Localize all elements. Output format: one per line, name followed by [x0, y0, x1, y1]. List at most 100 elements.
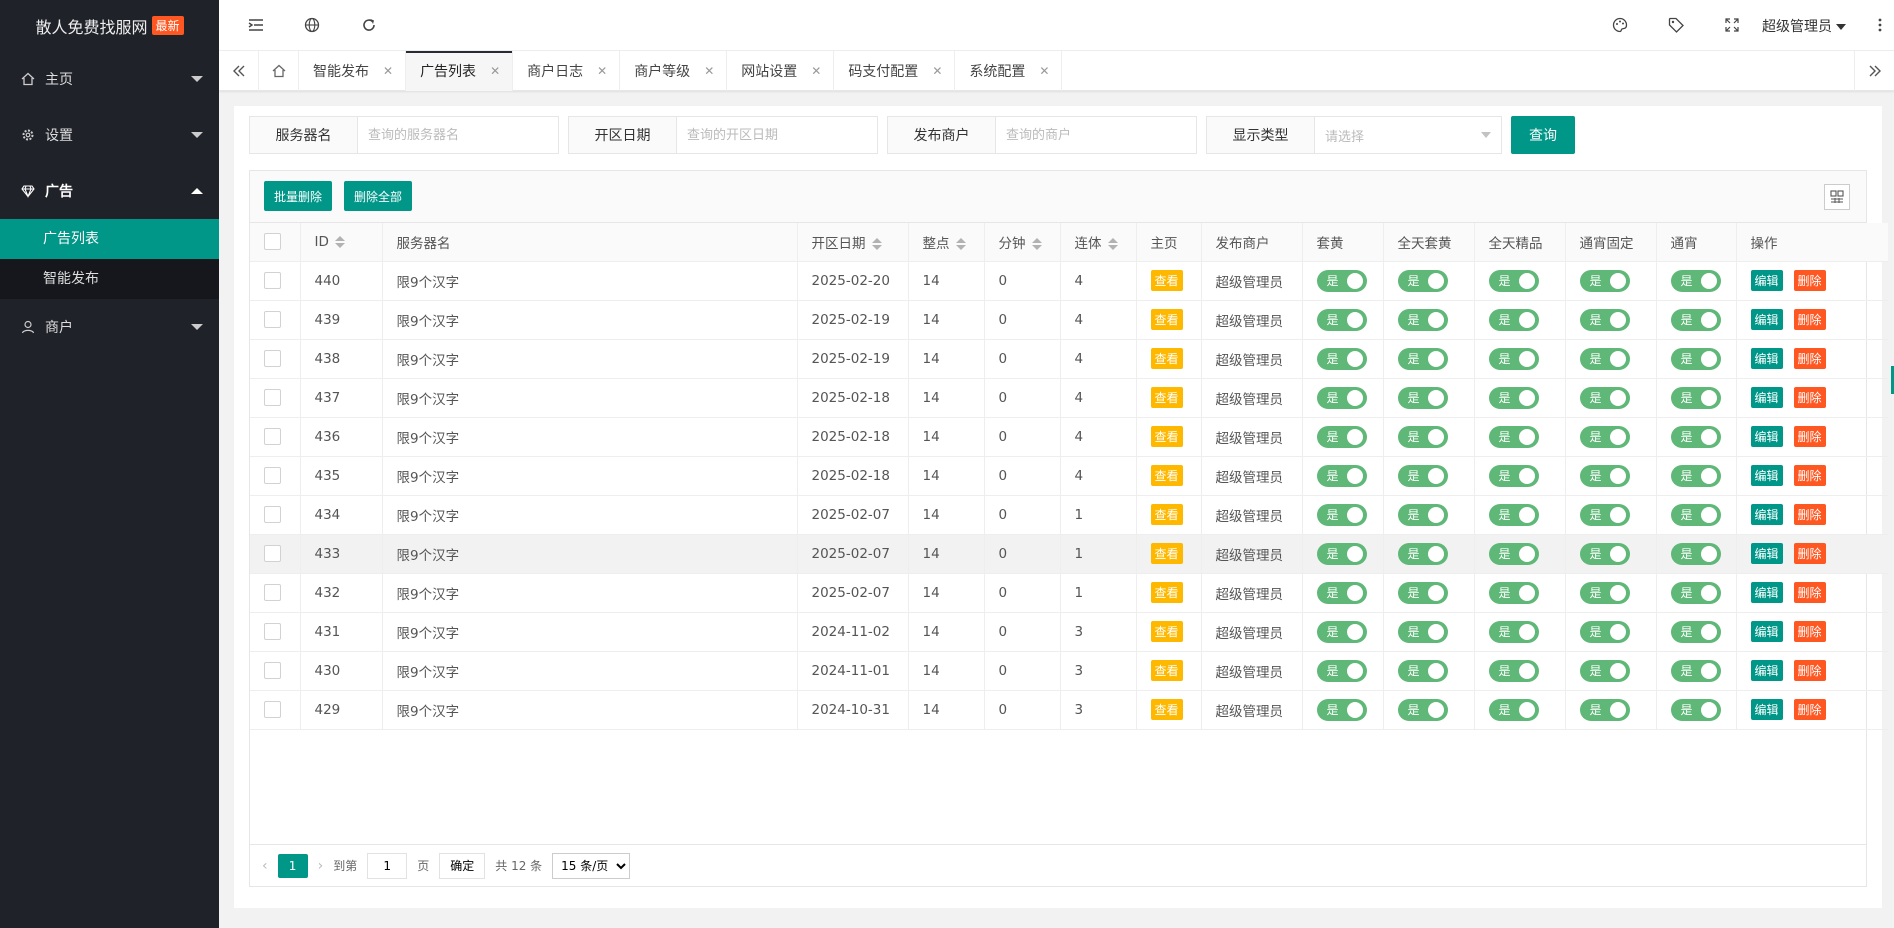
allday-taohuang-toggle[interactable]: 是 [1397, 347, 1448, 370]
allday-taohuang-toggle[interactable]: 是 [1397, 698, 1448, 721]
select-all-checkbox[interactable] [264, 233, 281, 251]
overnight-fixed-toggle[interactable]: 是 [1579, 542, 1630, 565]
type-select[interactable]: 请选择 [1315, 117, 1501, 153]
edit-button[interactable]: 编辑 [1750, 660, 1783, 681]
overnight-fixed-toggle[interactable]: 是 [1579, 425, 1630, 448]
edit-button[interactable]: 编辑 [1750, 582, 1783, 603]
merchant-search-input[interactable] [996, 117, 1196, 153]
allday-taohuang-toggle[interactable]: 是 [1397, 503, 1448, 526]
tab-merchant-level[interactable]: 商户等级 ✕ [620, 51, 728, 91]
overnight-fixed-toggle[interactable]: 是 [1579, 464, 1630, 487]
sidebar-item-ad-list[interactable]: 广告列表 [0, 219, 219, 259]
delete-button[interactable]: 删除 [1793, 504, 1826, 525]
overnight-fixed-toggle[interactable]: 是 [1579, 659, 1630, 682]
taohuang-toggle[interactable]: 是 [1316, 698, 1367, 721]
row-checkbox[interactable] [264, 545, 281, 562]
delete-button[interactable]: 删除 [1793, 270, 1826, 291]
sort-icon[interactable] [334, 235, 345, 248]
sidebar-item-home[interactable]: 主页 [0, 51, 219, 107]
overnight-toggle[interactable]: 是 [1670, 464, 1721, 487]
overnight-fixed-toggle[interactable]: 是 [1579, 620, 1630, 643]
query-button[interactable]: 查询 [1511, 116, 1575, 154]
allday-premium-toggle[interactable]: 是 [1488, 386, 1539, 409]
tab-scroll-right-icon[interactable] [1854, 51, 1894, 91]
allday-premium-toggle[interactable]: 是 [1488, 698, 1539, 721]
allday-taohuang-toggle[interactable]: 是 [1397, 659, 1448, 682]
overnight-fixed-toggle[interactable]: 是 [1579, 308, 1630, 331]
columns-filter-icon[interactable] [1824, 184, 1850, 210]
delete-button[interactable]: 删除 [1793, 465, 1826, 486]
edit-button[interactable]: 编辑 [1750, 543, 1783, 564]
row-checkbox[interactable] [264, 701, 281, 718]
overnight-fixed-toggle[interactable]: 是 [1579, 503, 1630, 526]
taohuang-toggle[interactable]: 是 [1316, 464, 1367, 487]
sidebar-item-smart-publish[interactable]: 智能发布 [0, 259, 219, 299]
overnight-toggle[interactable]: 是 [1670, 698, 1721, 721]
view-button[interactable]: 查看 [1150, 309, 1183, 330]
taohuang-toggle[interactable]: 是 [1316, 386, 1367, 409]
sidebar-item-settings[interactable]: 设置 [0, 107, 219, 163]
prev-page-icon[interactable]: ‹ [262, 858, 268, 874]
col-hour[interactable]: 整点 [908, 223, 985, 262]
taohuang-toggle[interactable]: 是 [1316, 542, 1367, 565]
delete-button[interactable]: 删除 [1793, 660, 1826, 681]
delete-button[interactable]: 删除 [1793, 348, 1826, 369]
close-icon[interactable]: ✕ [383, 64, 393, 78]
tab-smart-publish[interactable]: 智能发布 ✕ [299, 51, 407, 91]
allday-premium-toggle[interactable]: 是 [1488, 425, 1539, 448]
batch-delete-button[interactable]: 批量删除 [264, 181, 333, 211]
overnight-toggle[interactable]: 是 [1670, 620, 1721, 643]
row-checkbox[interactable] [264, 584, 281, 601]
delete-button[interactable]: 删除 [1793, 543, 1826, 564]
overnight-toggle[interactable]: 是 [1670, 425, 1721, 448]
allday-taohuang-toggle[interactable]: 是 [1397, 620, 1448, 643]
tab-site-settings[interactable]: 网站设置 ✕ [727, 51, 835, 91]
taohuang-toggle[interactable]: 是 [1316, 308, 1367, 331]
next-page-icon[interactable]: › [318, 858, 324, 874]
taohuang-toggle[interactable]: 是 [1316, 659, 1367, 682]
allday-taohuang-toggle[interactable]: 是 [1397, 542, 1448, 565]
allday-premium-toggle[interactable]: 是 [1488, 542, 1539, 565]
taohuang-toggle[interactable]: 是 [1316, 425, 1367, 448]
delete-button[interactable]: 删除 [1793, 699, 1826, 720]
edit-button[interactable]: 编辑 [1750, 465, 1783, 486]
more-vertical-icon[interactable] [1870, 15, 1890, 35]
edit-button[interactable]: 编辑 [1750, 426, 1783, 447]
allday-premium-toggle[interactable]: 是 [1488, 503, 1539, 526]
taohuang-toggle[interactable]: 是 [1316, 347, 1367, 370]
taohuang-toggle[interactable]: 是 [1316, 269, 1367, 292]
fullscreen-icon[interactable] [1722, 15, 1742, 35]
tab-merchant-log[interactable]: 商户日志 ✕ [513, 51, 621, 91]
edit-button[interactable]: 编辑 [1750, 387, 1783, 408]
row-checkbox[interactable] [264, 662, 281, 679]
overnight-toggle[interactable]: 是 [1670, 503, 1721, 526]
overnight-toggle[interactable]: 是 [1670, 581, 1721, 604]
taohuang-toggle[interactable]: 是 [1316, 503, 1367, 526]
delete-button[interactable]: 删除 [1793, 621, 1826, 642]
row-checkbox[interactable] [264, 389, 281, 406]
overnight-toggle[interactable]: 是 [1670, 347, 1721, 370]
col-link[interactable]: 连体 [1060, 223, 1137, 262]
edit-button[interactable]: 编辑 [1750, 621, 1783, 642]
overnight-fixed-toggle[interactable]: 是 [1579, 581, 1630, 604]
overnight-fixed-toggle[interactable]: 是 [1579, 347, 1630, 370]
delete-all-button[interactable]: 删除全部 [344, 181, 413, 211]
overnight-toggle[interactable]: 是 [1670, 542, 1721, 565]
allday-taohuang-toggle[interactable]: 是 [1397, 581, 1448, 604]
view-button[interactable]: 查看 [1150, 699, 1183, 720]
allday-premium-toggle[interactable]: 是 [1488, 620, 1539, 643]
current-page[interactable]: 1 [277, 853, 308, 878]
confirm-page-button[interactable]: 确定 [439, 852, 486, 879]
sort-icon[interactable] [955, 237, 966, 250]
tab-payment-config[interactable]: 码支付配置 ✕ [834, 51, 956, 91]
col-id[interactable]: ID [300, 223, 383, 262]
view-button[interactable]: 查看 [1150, 426, 1183, 447]
view-button[interactable]: 查看 [1150, 621, 1183, 642]
row-checkbox[interactable] [264, 272, 281, 289]
col-date[interactable]: 开区日期 [797, 223, 909, 262]
user-menu[interactable]: 超级管理员 [1762, 16, 1846, 36]
edit-button[interactable]: 编辑 [1750, 699, 1783, 720]
allday-premium-toggle[interactable]: 是 [1488, 347, 1539, 370]
sort-icon[interactable] [871, 237, 882, 250]
tab-scroll-left-icon[interactable] [219, 51, 259, 91]
